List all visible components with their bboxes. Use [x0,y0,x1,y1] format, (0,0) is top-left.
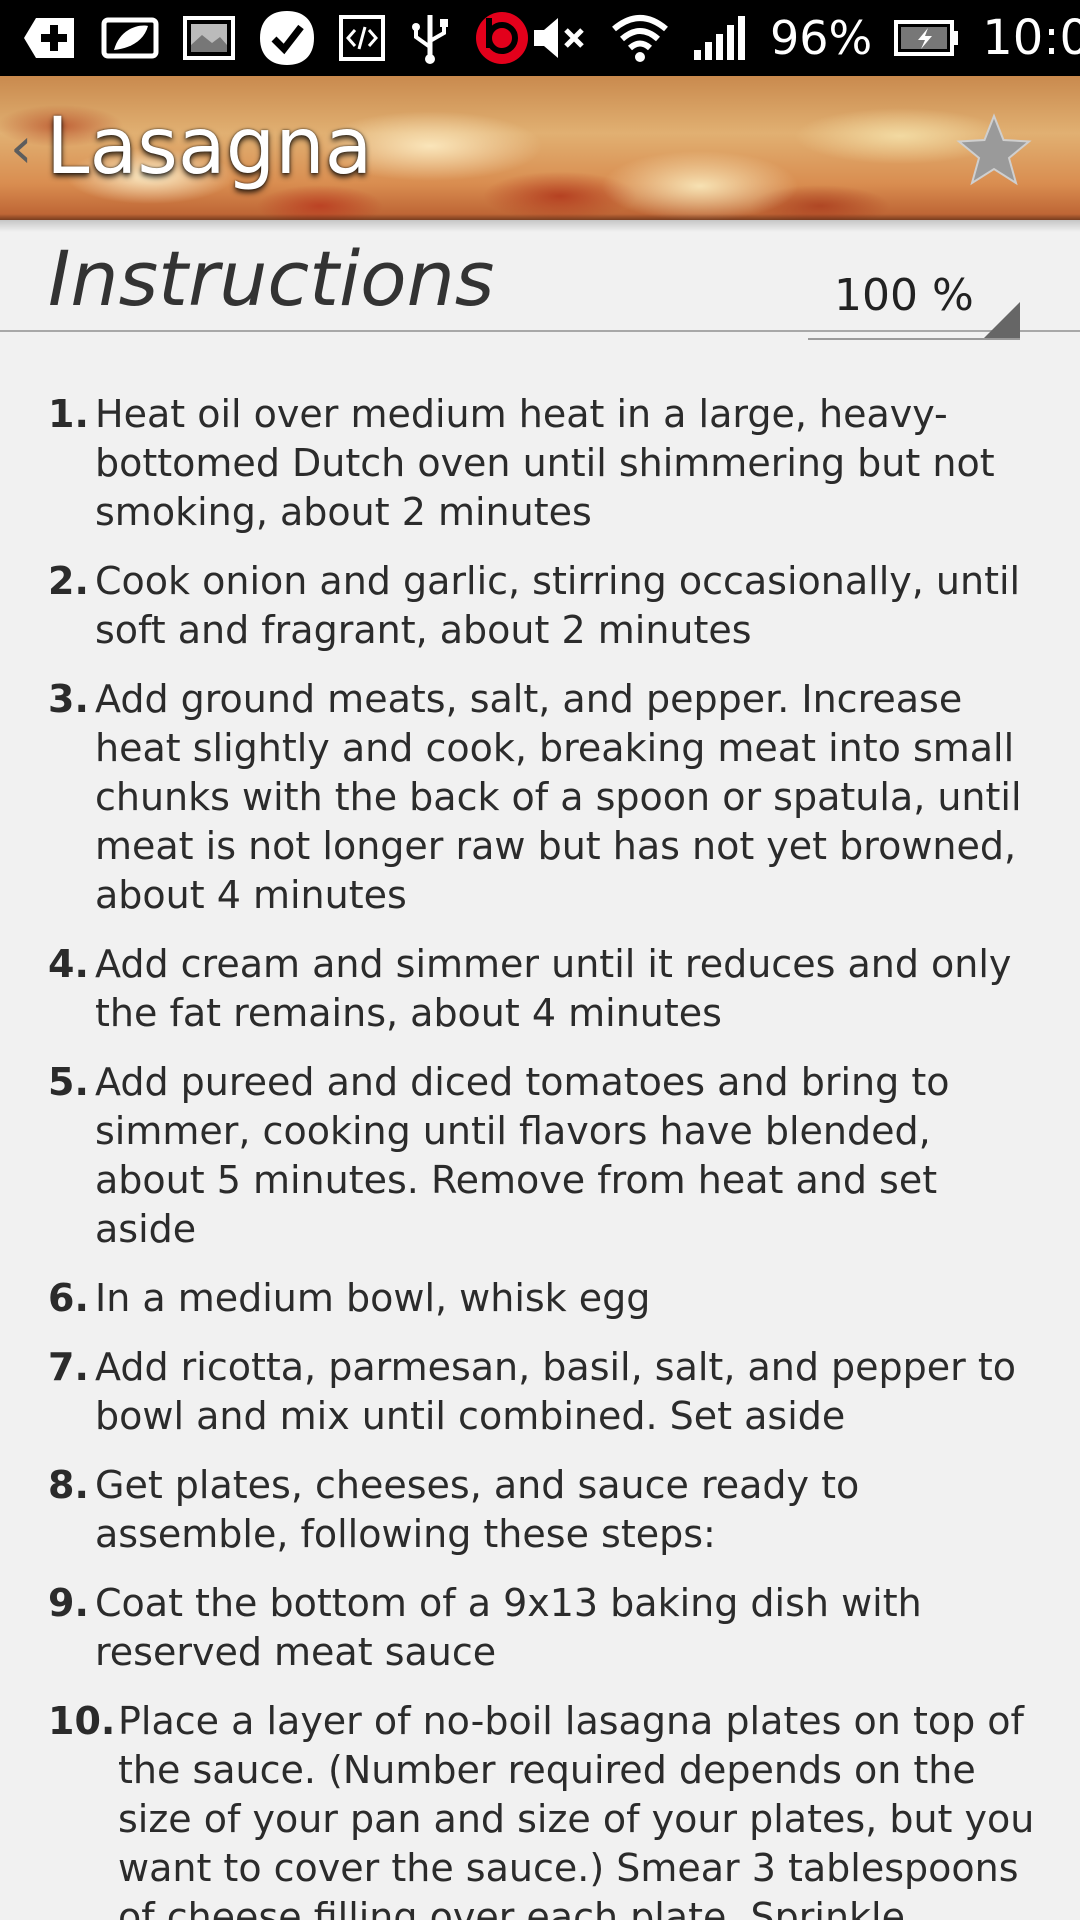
wifi-icon [610,10,670,66]
recipe-header: ‹ Lasagna [0,76,1080,220]
star-icon[interactable] [954,112,1034,188]
step-text: Place a layer of no-boil lasagna plates … [118,1699,1035,1920]
step-number: 9. [48,1581,89,1625]
add-icon [22,10,78,66]
signal-icon [692,10,748,66]
back-chevron-icon[interactable]: ‹ [10,116,32,181]
dropdown-corner-icon [984,302,1020,338]
step-text: Add ground meats, salt, and pepper. Incr… [95,677,1022,917]
step-number: 8. [48,1463,89,1507]
list-item: 7. Add ricotta, parmesan, basil, salt, a… [0,1343,1080,1441]
step-number: 1. [48,392,89,436]
step-number: 7. [48,1345,89,1389]
mute-icon [530,10,588,66]
code-icon [338,10,386,66]
step-number: 2. [48,559,89,603]
instruction-list: 1. Heat oil over medium heat in a large,… [0,390,1080,1920]
step-number: 4. [48,942,89,986]
image-icon [182,10,236,66]
status-bar-system: 96% 10:06 [530,10,1080,66]
list-item: 5. Add pureed and diced tomatoes and bri… [0,1058,1080,1254]
step-text: In a medium bowl, whisk egg [95,1276,651,1320]
status-bar: 96% 10:06 [0,0,1080,76]
list-item: 2. Cook onion and garlic, stirring occas… [0,557,1080,655]
list-item: 6. In a medium bowl, whisk egg [0,1274,1080,1323]
recipe-title[interactable]: Lasagna [46,102,372,192]
section-title: Instructions [48,234,495,323]
status-bar-notifications [22,10,530,66]
step-text: Add cream and simmer until it reduces an… [95,942,1012,1035]
step-number: 3. [48,677,89,721]
step-number: 6. [48,1276,89,1320]
step-text: Get plates, cheeses, and sauce ready to … [95,1463,860,1556]
list-item: 8. Get plates, cheeses, and sauce ready … [0,1461,1080,1559]
list-item: 1. Heat oil over medium heat in a large,… [0,390,1080,537]
step-text: Add ricotta, parmesan, basil, salt, and … [95,1345,1017,1438]
list-item: 10. Place a layer of no-boil lasagna pla… [0,1697,1080,1920]
clock: 10:06 [982,10,1080,66]
check-icon [258,10,316,66]
step-number: 10. [48,1699,116,1743]
instructions-header: Instructions 100 % [0,220,1080,340]
step-text: Heat oil over medium heat in a large, he… [95,392,995,534]
beats-icon [474,10,530,66]
list-item: 3. Add ground meats, salt, and pepper. I… [0,675,1080,920]
battery-percent: 96% [770,11,873,65]
list-item: 9. Coat the bottom of a 9x13 baking dish… [0,1579,1080,1677]
scale-dropdown[interactable]: 100 % [808,250,1020,340]
list-item: 4. Add cream and simmer until it reduces… [0,940,1080,1038]
leaf-icon [100,10,160,66]
battery-icon [894,10,960,66]
step-text: Add pureed and diced tomatoes and bring … [95,1060,950,1251]
step-text: Cook onion and garlic, stirring occasion… [95,559,1021,652]
scale-value: 100 % [834,270,974,321]
step-text: Coat the bottom of a 9x13 baking dish wi… [95,1581,922,1674]
usb-icon [408,10,452,66]
step-number: 5. [48,1060,89,1104]
